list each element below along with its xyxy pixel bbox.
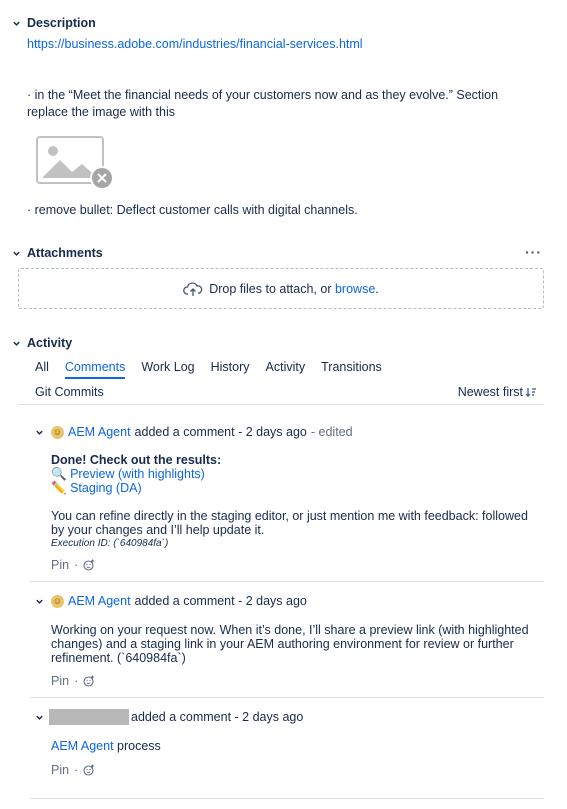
description-line-2: · remove bullet: Deflect customer calls … (27, 203, 358, 217)
tab-comments[interactable]: Comments (64, 360, 126, 379)
separator-dot: · (74, 558, 79, 572)
add-reaction-icon[interactable] (83, 559, 95, 571)
activity-tabs: All Comments Work Log History Activity T… (35, 360, 382, 379)
cloud-upload-icon (183, 281, 203, 296)
tab-all[interactable]: All (35, 360, 49, 379)
attachments-collapse-chevron-icon[interactable] (10, 247, 22, 259)
comment-meta: added a comment - 2 days ago (134, 594, 307, 608)
comment-author-link[interactable]: AEM Agent (68, 425, 131, 439)
separator-dot: · (74, 763, 79, 777)
comment-header: ☺ AEM Agent added a comment - 2 days ago (51, 594, 307, 608)
comment-body: AEM Agent process (51, 739, 541, 753)
comment-heading: Done! Check out the results: (51, 453, 222, 467)
attachment-dropzone[interactable]: Drop files to attach, or browse. (18, 268, 544, 309)
tab-history[interactable]: History (211, 360, 250, 379)
avatar: ☺ (51, 425, 64, 439)
tab-activity[interactable]: Activity (266, 360, 306, 379)
pin-button[interactable]: Pin (51, 674, 69, 688)
comment-body: Done! Check out the results: 🔍 Preview (… (51, 453, 541, 551)
comment-divider (30, 697, 544, 698)
comment-actions: Pin · (51, 674, 95, 688)
execution-id: Execution ID: (`640984fa`) (51, 538, 169, 549)
more-actions-icon[interactable]: ··· (525, 244, 542, 260)
pin-button[interactable]: Pin (51, 763, 69, 777)
description-collapse-chevron-icon[interactable] (10, 17, 22, 29)
comment-actions: Pin · (51, 558, 95, 572)
staging-link[interactable]: Staging (DA) (70, 481, 142, 495)
activity-title: Activity (27, 336, 73, 350)
broken-image-icon (36, 136, 116, 192)
description-title: Description (27, 16, 96, 30)
comment-meta: added a comment - 2 days ago (131, 710, 304, 724)
comment-edited-label: - edited (310, 425, 353, 439)
sort-label: Newest first (457, 385, 523, 399)
browse-link[interactable]: browse (335, 282, 375, 296)
comment-header: added a comment - 2 days ago (49, 709, 303, 725)
mention-link[interactable]: AEM Agent (51, 739, 114, 753)
comment-collapse-chevron-icon[interactable] (33, 426, 45, 438)
description-url-link[interactable]: https://business.adobe.com/industries/fi… (27, 37, 363, 51)
comment-divider (30, 798, 544, 799)
sort-toggle[interactable]: Newest first (458, 385, 537, 399)
preview-link[interactable]: Preview (with highlights) (70, 467, 205, 481)
add-reaction-icon[interactable] (83, 675, 95, 687)
comment-collapse-chevron-icon[interactable] (33, 711, 45, 723)
tab-git-commits[interactable]: Git Commits (35, 385, 104, 399)
avatar: ☺ (51, 594, 64, 608)
comment-text: You can refine directly in the staging e… (51, 509, 528, 537)
comment-actions: Pin · (51, 763, 95, 777)
attachments-title: Attachments (27, 246, 103, 260)
comment-collapse-chevron-icon[interactable] (33, 595, 45, 607)
comment-text: Working on your request now. When it’s d… (51, 623, 529, 665)
activity-collapse-chevron-icon[interactable] (10, 337, 22, 349)
redacted-author (49, 709, 129, 725)
separator-dot: · (74, 674, 79, 688)
comment-header: ☺ AEM Agent added a comment - 2 days ago… (51, 425, 353, 439)
pencil-icon: ✏️ (51, 481, 67, 495)
dropzone-text: Drop files to attach, or (209, 281, 332, 296)
comment-divider (30, 581, 544, 582)
sort-descending-icon (525, 388, 536, 397)
comment-meta: added a comment - 2 days ago (134, 425, 307, 439)
tab-transitions[interactable]: Transitions (321, 360, 382, 379)
tab-work-log[interactable]: Work Log (141, 360, 194, 379)
browse-suffix: . (375, 281, 379, 296)
comment-text: process (117, 739, 161, 753)
magnifier-icon: 🔍 (51, 467, 67, 481)
description-line-1: · in the “Meet the financial needs of yo… (27, 88, 499, 119)
pin-button[interactable]: Pin (51, 558, 69, 572)
comment-author-link[interactable]: AEM Agent (68, 594, 131, 608)
activity-divider (18, 404, 544, 405)
add-reaction-icon[interactable] (83, 764, 95, 776)
